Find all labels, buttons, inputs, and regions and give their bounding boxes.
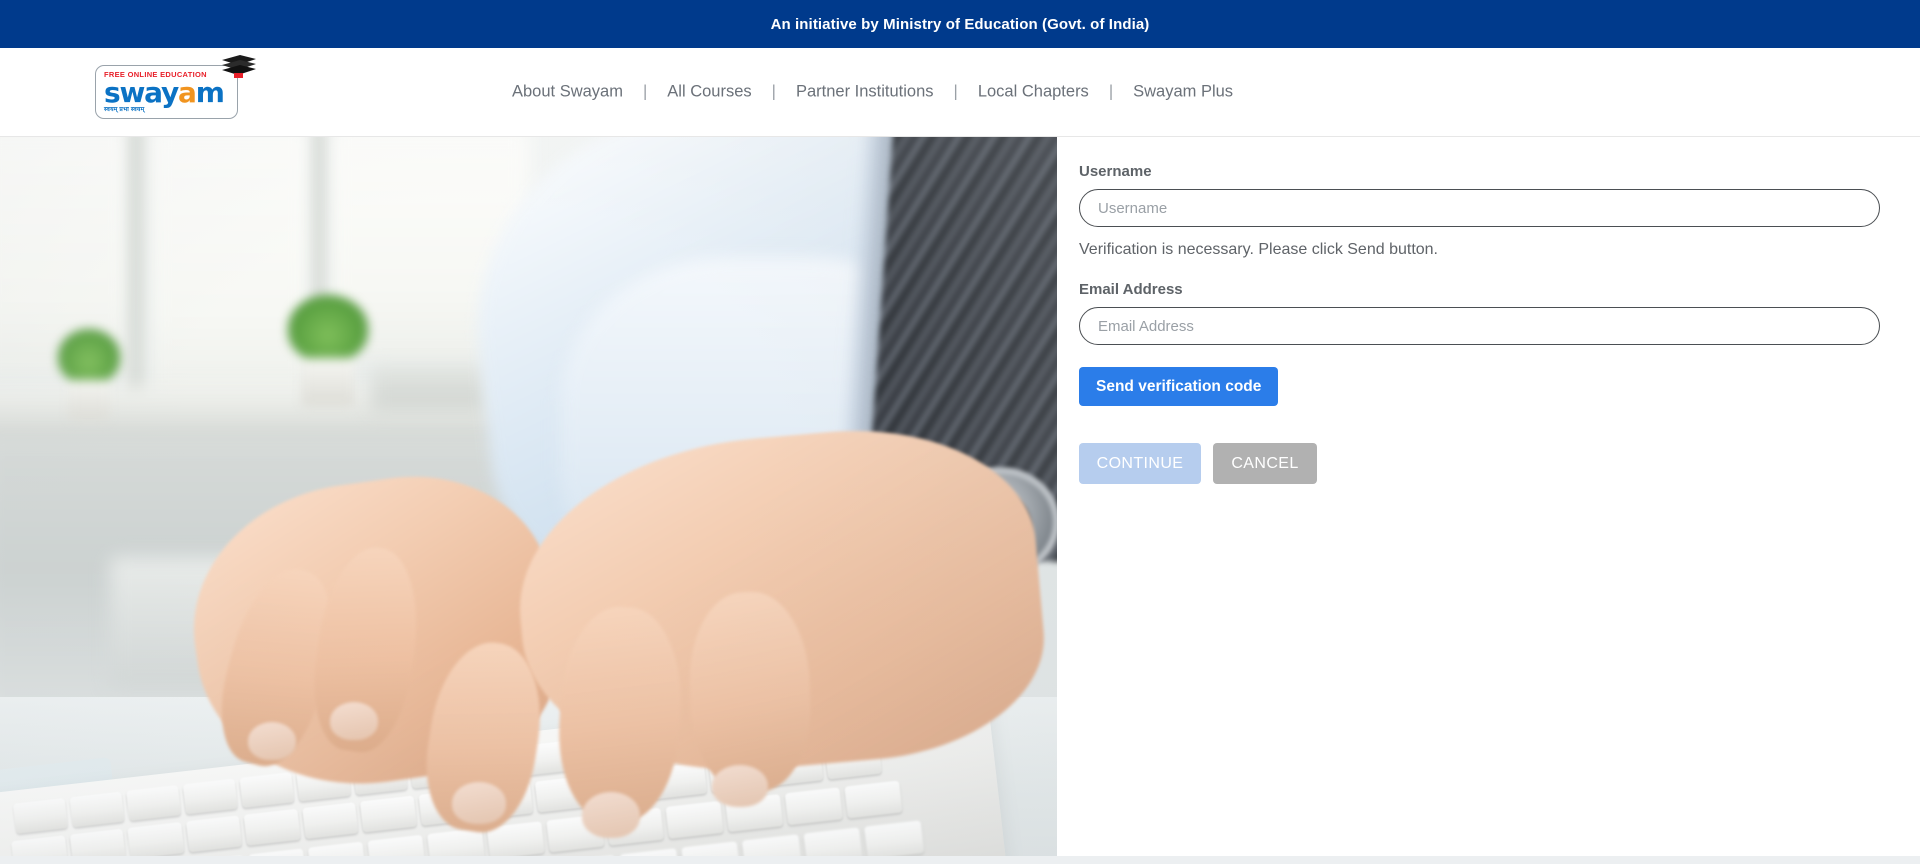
swayam-logo[interactable]: FREE ONLINE EDUCATION swayam स्वयम् प्रभ… bbox=[95, 55, 256, 120]
nav-separator: | bbox=[771, 82, 776, 101]
send-verification-code-button[interactable]: Send verification code bbox=[1079, 367, 1279, 406]
hero-vignette bbox=[0, 137, 1057, 856]
form-actions: CONTINUE CANCEL bbox=[1079, 443, 1880, 484]
site-header: FREE ONLINE EDUCATION swayam स्वयम् प्रभ… bbox=[0, 48, 1920, 137]
username-label: Username bbox=[1079, 163, 1152, 180]
email-label: Email Address bbox=[1079, 281, 1183, 298]
logo-box: FREE ONLINE EDUCATION swayam स्वयम् प्रभ… bbox=[95, 65, 238, 119]
government-banner: An initiative by Ministry of Education (… bbox=[0, 0, 1920, 48]
nav-item-local-chapters[interactable]: Local Chapters bbox=[976, 79, 1091, 106]
government-banner-text: An initiative by Ministry of Education (… bbox=[770, 15, 1150, 33]
email-field-block: Email Address bbox=[1079, 281, 1880, 345]
stack-of-books-icon bbox=[222, 55, 256, 78]
username-input[interactable] bbox=[1079, 189, 1880, 227]
signup-form-panel: Username Verification is necessary. Plea… bbox=[1057, 137, 1920, 856]
email-input[interactable] bbox=[1079, 307, 1880, 345]
footer-strip bbox=[0, 856, 1920, 864]
nav-item-all-courses[interactable]: All Courses bbox=[665, 79, 753, 106]
username-field-block: Username bbox=[1079, 163, 1880, 227]
verification-helper-text: Verification is necessary. Please click … bbox=[1079, 241, 1438, 258]
cancel-button[interactable]: CANCEL bbox=[1213, 443, 1317, 484]
nav-item-about-swayam[interactable]: About Swayam bbox=[510, 79, 625, 106]
main-navigation: About Swayam | All Courses | Partner Ins… bbox=[510, 79, 1235, 106]
continue-button[interactable]: CONTINUE bbox=[1079, 443, 1201, 484]
nav-item-swayam-plus[interactable]: Swayam Plus bbox=[1131, 79, 1235, 106]
nav-separator: | bbox=[953, 82, 958, 101]
nav-separator: | bbox=[1108, 82, 1114, 101]
nav-item-partner-institutions[interactable]: Partner Institutions bbox=[794, 79, 936, 106]
logo-wordmark: swayam bbox=[104, 76, 225, 109]
logo-subtitle: स्वयम् प्रभा स्वयम् bbox=[104, 107, 145, 113]
page-body: Username Verification is necessary. Plea… bbox=[0, 137, 1920, 856]
nav-separator: | bbox=[642, 82, 648, 101]
hero-image bbox=[0, 137, 1057, 856]
